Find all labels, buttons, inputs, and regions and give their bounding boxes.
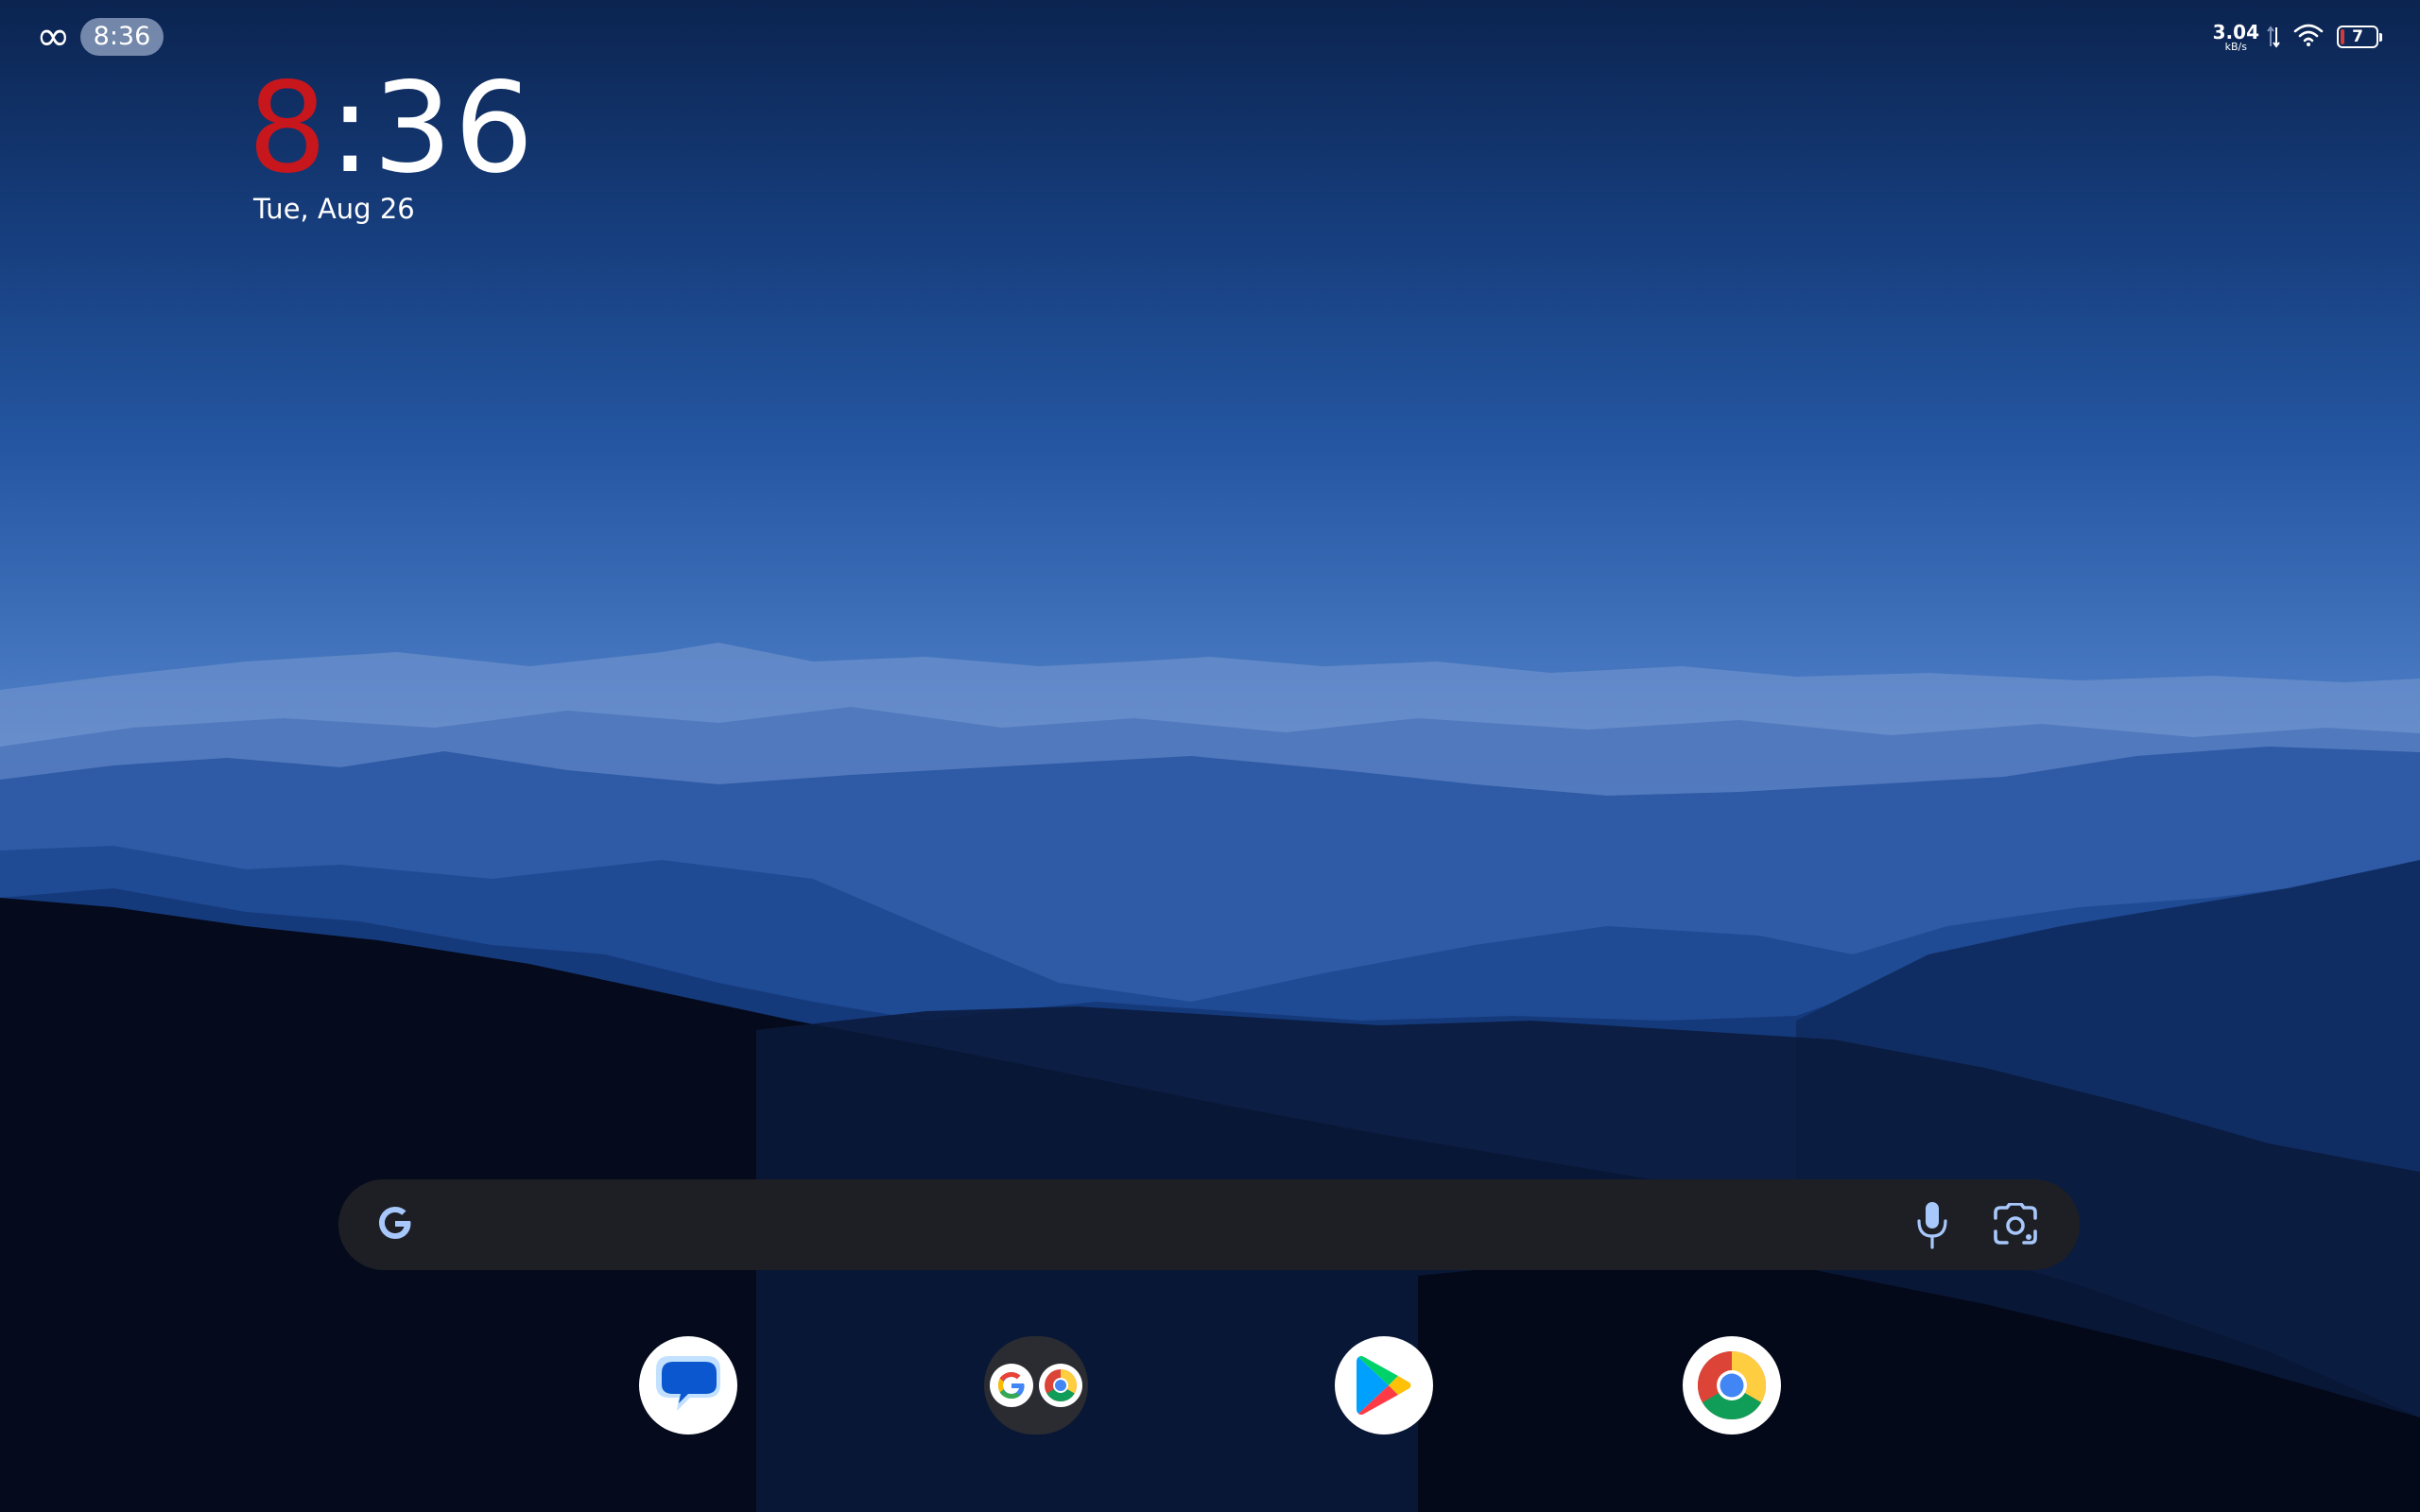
microphone-icon[interactable] xyxy=(1902,1194,1962,1255)
chrome-icon xyxy=(1697,1351,1767,1420)
google-g-icon xyxy=(372,1200,418,1249)
network-speed-value: 3.04 xyxy=(2212,20,2259,43)
google-search-bar[interactable] xyxy=(338,1179,2080,1270)
battery-fill xyxy=(2341,29,2344,44)
clock-hour: 8 xyxy=(248,56,329,201)
google-lens-icon[interactable] xyxy=(1985,1194,2046,1255)
google-apps-folder[interactable] xyxy=(984,1336,1088,1435)
up-down-arrows-icon xyxy=(2267,26,2280,48)
messages-icon xyxy=(656,1356,720,1411)
network-speed: 3.04 kB/s xyxy=(2213,23,2259,52)
clock-separator: : xyxy=(328,56,373,201)
play-store-app-icon[interactable] xyxy=(1335,1336,1433,1435)
status-bar-left: ∞ 8:36 xyxy=(36,12,164,60)
clock-widget[interactable]: 8:36 xyxy=(248,62,535,195)
clock-minutes: 36 xyxy=(372,56,536,201)
mountain-range-wallpaper xyxy=(0,643,2420,1512)
battery-icon: 7 xyxy=(2337,26,2382,48)
play-store-icon xyxy=(1357,1356,1411,1415)
wifi-icon xyxy=(2293,23,2324,51)
infinity-icon: ∞ xyxy=(36,12,71,60)
google-apps-folder-icon xyxy=(990,1364,1082,1407)
battery-level: 7 xyxy=(2352,27,2363,46)
home-screen: ∞ 8:36 3.04 kB/s 7 8:36 Tue, Aug 26 xyxy=(0,0,2420,1512)
chrome-app-icon[interactable] xyxy=(1683,1336,1781,1435)
messages-app-icon[interactable] xyxy=(639,1336,737,1435)
status-bar-right: 3.04 kB/s 7 xyxy=(2213,17,2382,57)
date-label[interactable]: Tue, Aug 26 xyxy=(253,193,415,225)
network-speed-unit: kB/s xyxy=(2224,40,2247,53)
status-time: 8:36 xyxy=(79,18,164,56)
search-input[interactable] xyxy=(441,1195,1879,1254)
